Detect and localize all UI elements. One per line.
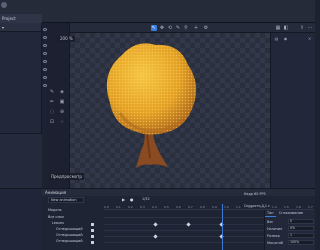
tick-label: 1.7	[308, 205, 313, 209]
grid-icon[interactable]: ▦	[275, 25, 281, 31]
pen-tool-icon[interactable]: ✎	[175, 25, 181, 31]
project-tab[interactable]: Project	[0, 14, 42, 23]
close-icon[interactable]: ×	[307, 36, 312, 41]
sidebar-header: ▾	[0, 23, 41, 32]
tick-label: 1.6	[296, 205, 301, 209]
prop-label: Размер	[267, 234, 280, 238]
fill-icon[interactable]: ▣	[59, 99, 65, 105]
sidebar-lower-panel	[0, 133, 42, 188]
play-icon[interactable]: ▶	[122, 197, 125, 202]
title-bar: Project	[0, 0, 315, 23]
prop-label: Наличие	[267, 227, 283, 231]
tick-label: 1.3	[260, 205, 265, 209]
more-icon[interactable]: ⋯	[307, 25, 313, 31]
prop-value[interactable]: 0	[288, 219, 314, 224]
prop-value[interactable]: 0%	[288, 226, 314, 231]
tab-smoothing[interactable]: Сглаживание	[277, 210, 305, 216]
zoom-indicator[interactable]: 200 %	[58, 36, 75, 42]
camera-icon[interactable]: ◉	[283, 36, 288, 41]
add-icon[interactable]: +	[193, 25, 199, 31]
app-logo-icon	[1, 2, 7, 8]
brush-icon[interactable]: ✎	[49, 89, 55, 95]
checkbox[interactable]	[91, 241, 94, 244]
settings-icon[interactable]: ⚙	[203, 25, 209, 31]
tick-label: 0.1	[116, 205, 121, 209]
prop-label: Масштаб	[267, 241, 284, 245]
tick-label: 1.1	[236, 205, 241, 209]
properties-panel: Тип Сглаживание Вес 0 Наличие 0% Размер …	[264, 210, 315, 250]
animation-select[interactable]: New animation	[48, 197, 84, 203]
select-tool-icon[interactable]: ↖	[151, 25, 157, 31]
tick-label: 0.0	[104, 205, 109, 209]
top-toolbar: ≡ ↖ ✥ ⟲ ✎ ⚲ + ⚙ ▦ ◧ ⇪ ⋯	[47, 23, 315, 33]
animation-title: Анимация	[42, 189, 315, 196]
tick-label: 0.6	[176, 205, 181, 209]
left-sidebar: ▾	[0, 23, 42, 250]
tick-label: 1.5	[284, 205, 289, 209]
checkbox[interactable]	[91, 229, 94, 232]
layer-row[interactable]: Модель	[48, 207, 62, 214]
tick-label: 0.5	[164, 205, 169, 209]
tick-label: 0.2	[128, 205, 133, 209]
tick-label: 1.0	[224, 205, 229, 209]
rotate-tool-icon[interactable]: ⟲	[167, 25, 173, 31]
tick-label: 0.8	[200, 205, 205, 209]
checkbox[interactable]	[91, 223, 94, 226]
tick-label: 0.9	[212, 205, 217, 209]
view-icon[interactable]: ◧	[283, 25, 289, 31]
layers-icon[interactable]: ▤	[274, 36, 279, 41]
eraser-icon[interactable]: ◈	[59, 89, 65, 95]
keyframe[interactable]	[153, 234, 158, 239]
frame-counter[interactable]: 1/32	[142, 197, 150, 201]
pencil-icon[interactable]: ✏	[49, 99, 55, 105]
playhead[interactable]	[222, 204, 223, 250]
tick-label: 1.2	[248, 205, 253, 209]
weights-icon[interactable]: ⁘	[59, 119, 65, 125]
layer-row[interactable]: Огнедышащий	[56, 238, 83, 245]
right-panel: ▤ ◉ ×	[270, 33, 315, 188]
checkbox[interactable]	[91, 235, 94, 238]
tick-label: 0.3	[140, 205, 145, 209]
sidebar-bottom-panel	[0, 188, 42, 250]
tree-artwork	[106, 43, 197, 168]
tick-label: 0.4	[152, 205, 157, 209]
tool-rail: ✎ ◈ ✏ ▣ ◌ ⊕ ⊡ ⁘	[47, 23, 70, 188]
bone-tool-icon[interactable]: ⚲	[183, 25, 189, 31]
tab-type[interactable]: Тип	[265, 210, 276, 217]
tick-label: 0.7	[188, 205, 193, 209]
preview-button[interactable]: Предпросмотр	[49, 173, 84, 180]
lasso-icon[interactable]: ◌	[49, 109, 55, 115]
keyframe[interactable]	[186, 222, 191, 227]
move-tool-icon[interactable]: ✥	[159, 25, 165, 31]
prop-value[interactable]: 1	[288, 233, 314, 238]
transform-icon[interactable]: ⊡	[49, 119, 55, 125]
prop-value[interactable]: 100%	[288, 240, 314, 245]
record-icon[interactable]: ●	[130, 197, 134, 202]
tick-label: 1.4	[272, 205, 277, 209]
prop-label: Вес	[267, 220, 274, 224]
pin-icon[interactable]: ⊕	[59, 109, 65, 115]
fps-label[interactable]: Кадр 60 FPS	[244, 192, 266, 196]
share-icon[interactable]: ⇪	[299, 25, 305, 31]
canvas-viewport[interactable]	[70, 33, 270, 188]
keyframe[interactable]	[153, 222, 158, 227]
